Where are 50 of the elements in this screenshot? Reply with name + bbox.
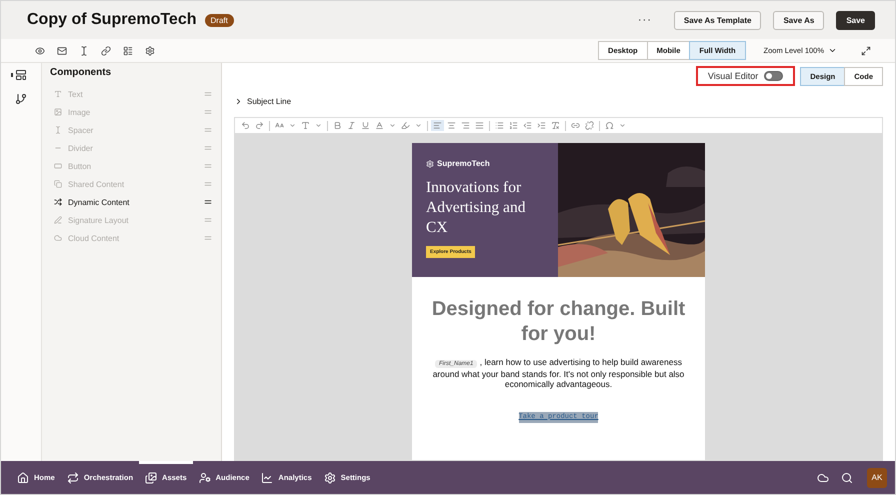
undo-icon[interactable] xyxy=(239,120,252,131)
shuffle-icon xyxy=(54,198,62,206)
numbered-list-icon[interactable] xyxy=(507,120,520,131)
chart-icon xyxy=(261,472,274,484)
align-left-icon[interactable] xyxy=(431,120,444,131)
loop-icon xyxy=(66,472,79,484)
redo-icon[interactable] xyxy=(253,120,266,131)
secondary-button[interactable]: Save As Template xyxy=(674,10,762,30)
settings-icon xyxy=(324,472,336,484)
page-title: Copy of SupremoTech xyxy=(27,11,196,29)
omega-icon[interactable] xyxy=(603,120,616,131)
copy-icon xyxy=(54,180,62,188)
panel-title: Components xyxy=(50,67,112,80)
visual-editor-toggle[interactable] xyxy=(764,71,784,81)
user-icon xyxy=(198,472,211,484)
image-icon xyxy=(54,108,62,116)
text-icon xyxy=(54,90,62,98)
unlink-icon[interactable] xyxy=(583,120,596,131)
secondary-button[interactable]: Save As xyxy=(773,10,824,30)
expand-icon[interactable] xyxy=(861,46,871,56)
hero-title: Innovations for Advertising and CX xyxy=(426,178,526,238)
spacer-icon xyxy=(54,126,62,134)
highlight-icon[interactable] xyxy=(399,120,412,131)
chevron-icon xyxy=(234,96,243,106)
align-justify-icon[interactable] xyxy=(473,120,486,131)
button-icon xyxy=(54,162,62,170)
indent-icon[interactable] xyxy=(535,120,548,131)
user-avatar[interactable]: AK xyxy=(867,468,887,488)
text-color-icon[interactable] xyxy=(373,120,386,131)
caret-icon xyxy=(828,46,837,55)
align-right-icon[interactable] xyxy=(459,120,472,131)
clear-format-icon[interactable] xyxy=(549,120,562,131)
email-headline: Designed for change. Built for you! xyxy=(430,297,686,347)
underline-icon[interactable] xyxy=(359,120,372,131)
more-menu[interactable]: ··· xyxy=(638,14,652,26)
pen-icon xyxy=(54,216,62,224)
home-icon xyxy=(17,472,29,484)
align-center-icon[interactable] xyxy=(445,120,458,131)
toggle-label: Visual Editor xyxy=(708,71,758,81)
save-button[interactable]: Save xyxy=(836,10,875,30)
component-item[interactable]: Dynamic Content xyxy=(50,193,213,211)
cloud-icon xyxy=(54,234,62,242)
images-icon xyxy=(145,472,158,484)
brand-name: SupremoTech xyxy=(437,159,490,168)
branch-icon[interactable] xyxy=(13,91,29,107)
outdent-icon[interactable] xyxy=(521,120,534,131)
components-icon[interactable] xyxy=(13,67,29,83)
subject-line-toggle[interactable]: Subject Line xyxy=(234,95,883,107)
font-icon[interactable] xyxy=(299,120,312,131)
status-badge: Draft xyxy=(204,14,234,26)
